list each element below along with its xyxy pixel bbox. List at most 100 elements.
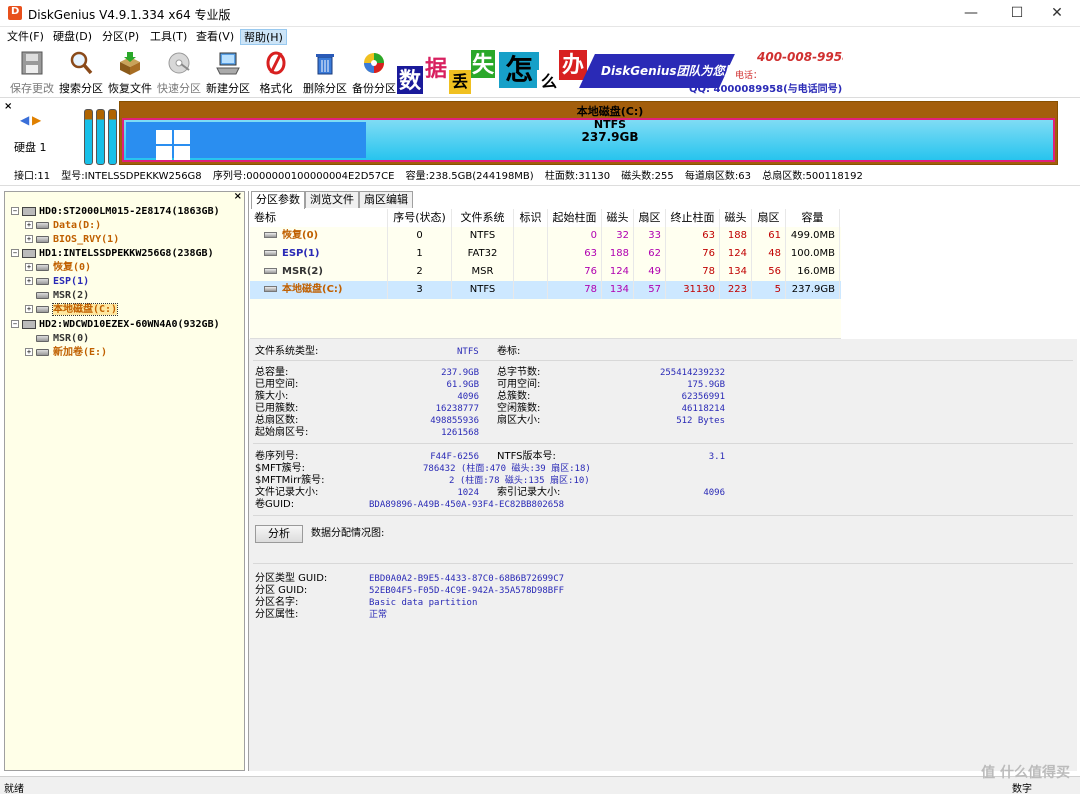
menu-partition[interactable]: 分区(P) [99,29,142,45]
table-row[interactable]: ESP(1) 1 FAT32 63 188 62 76 124 48 100.0… [250,245,841,263]
close-icon[interactable]: × [234,191,242,202]
expand-icon[interactable]: + [25,235,33,243]
analyze-button[interactable]: 分析 [255,525,303,543]
promo-banner[interactable]: 数 据 丢 失 怎 么 办 DiskGenius团队为您服务 电话： 400-0… [397,48,843,96]
close-button[interactable]: ✕ [1034,0,1080,27]
detail-value: 512 Bytes [676,416,725,426]
detail-key: 总字节数: [497,367,541,378]
cell-end-cyl: 78 [666,263,720,281]
tree-node-esp[interactable]: + ESP(1) [25,275,89,289]
cell-start-head: 32 [602,227,634,245]
menu-help[interactable]: 帮助(H) [240,29,287,45]
disk-tree: × − HD0:ST2000LM015-2E8174(1863GB) + Data(… [4,191,245,771]
menu-file[interactable]: 文件(F) [4,29,47,45]
expand-icon[interactable]: + [25,263,33,271]
col-fs[interactable]: 文件系统 [452,209,514,227]
tree-node-bios-rvy[interactable]: + BIOS_RVY(1) [25,233,119,247]
partition-block-esp[interactable] [96,109,105,165]
cell-start-cyl: 76 [548,263,602,281]
table-row[interactable]: MSR(2) 2 MSR 76 124 49 78 134 56 16.0MB [250,263,841,281]
ntfs-value: 3.1 [708,452,725,462]
menu-tools[interactable]: 工具(T) [147,29,190,45]
partition-details: 文件系统类型: NTFS 卷标: 总容量: 237.9GB 已用空间: 61.9… [249,339,1077,771]
collapse-icon[interactable]: − [11,249,19,257]
tree-node-recovery[interactable]: + 恢复(0) [25,261,91,275]
tree-node-hd1[interactable]: − HD1:INTELSSDPEKKW256G8(238GB) [11,247,214,261]
tree-node-data-d[interactable]: + Data(D:) [25,219,101,233]
save-changes-label: 保存更改 [10,82,54,95]
col-end-cyl[interactable]: 终止柱面 [666,209,720,227]
partition-icon [264,232,277,238]
format-button[interactable]: 格式化 [252,48,300,96]
status-text: 就绪 [4,784,24,794]
partition-block-msr[interactable] [108,109,117,165]
disk-info-line: 接口:11 型号:INTELSSDPEKKW256G8 序列号:00000001… [0,168,1080,186]
title-bar: DiskGenius V4.9.1.334 x64 专业版 — ☐ ✕ [0,0,1080,27]
tree-node-msr[interactable]: MSR(2) [36,289,89,303]
col-start-cyl[interactable]: 起始柱面 [548,209,602,227]
cell-id [514,263,548,281]
detail-key: 已用簇数: [255,403,299,414]
cell-capacity: 499.0MB [786,227,840,245]
ntfs-value: BDA89896-A49B-450A-93F4-EC82BB802658 [369,500,565,510]
cell-start-sector: 57 [634,281,666,299]
expand-icon[interactable]: + [25,305,33,313]
detail-key: 总容量: [255,367,289,378]
detail-key: 空闲簇数: [497,403,541,414]
table-row[interactable]: 恢复(0) 0 NTFS 0 32 33 63 188 61 499.0MB [250,227,841,245]
delete-partition-button[interactable]: 删除分区 [301,48,349,96]
allocation-map-label: 数据分配情况图: [311,528,385,539]
tab-browse-files[interactable]: 浏览文件 [305,191,359,208]
recover-files-button[interactable]: 恢复文件 [106,48,154,96]
col-id[interactable]: 标识 [514,209,548,227]
partition-block-recovery[interactable] [84,109,93,165]
col-start-sector[interactable]: 扇区 [634,209,666,227]
info-capacity: 容量:238.5GB(244198MB) [405,171,534,182]
close-icon[interactable]: × [4,101,12,112]
format-label: 格式化 [259,82,293,95]
cell-label: ESP(1) [250,245,388,263]
col-end-head[interactable]: 磁头 [720,209,752,227]
col-label[interactable]: 卷标 [254,209,388,227]
col-end-sector[interactable]: 扇区 [752,209,786,227]
minimize-button[interactable]: — [948,0,994,27]
col-start-head[interactable]: 磁头 [602,209,634,227]
search-partition-button[interactable]: 搜索分区 [57,48,105,96]
cell-capacity: 16.0MB [786,263,840,281]
next-disk-icon[interactable]: ▶ [32,113,41,127]
partition-icon [264,250,277,256]
info-interface: 接口:11 [14,171,51,182]
tree-node-msr0[interactable]: MSR(0) [36,332,89,346]
tab-partition-params[interactable]: 分区参数 [251,191,305,209]
col-index[interactable]: 序号(状态) [388,209,452,227]
menu-view[interactable]: 查看(V) [193,29,237,45]
cell-end-head: 124 [720,245,752,263]
partition-block-c[interactable]: 本地磁盘(C:) NTFS 237.9GB [119,101,1058,165]
tab-sector-edit[interactable]: 扇区编辑 [359,191,413,208]
detail-value: 16238777 [435,404,479,414]
cell-id [514,281,548,299]
expand-icon[interactable]: + [25,348,33,356]
tree-node-hd0[interactable]: − HD0:ST2000LM015-2E8174(1863GB) [11,205,220,219]
backup-partition-label: 备份分区 [352,82,396,95]
backup-partition-button[interactable]: 备份分区 [350,48,398,96]
disk-icon [22,206,36,216]
save-changes-button[interactable]: 保存更改 [8,48,56,96]
detail-value: 62356991 [681,392,725,402]
expand-icon[interactable]: + [25,277,33,285]
tree-node-hd2[interactable]: − HD2:WDCWD10EZEX-60WN4A0(932GB) [11,318,220,332]
tree-node-new-e[interactable]: + 新加卷(E:) [25,346,107,360]
quick-partition-button[interactable]: 快速分区 [155,48,203,96]
partition-label: 本地磁盘(C:) NTFS 237.9GB [550,105,670,144]
cell-end-cyl: 76 [666,245,720,263]
new-partition-button[interactable]: 新建分区 [204,48,252,96]
tree-node-local-c[interactable]: + 本地磁盘(C:) [25,303,119,317]
table-row[interactable]: 本地磁盘(C:) 3 NTFS 78 134 57 31130 223 5 23… [250,281,841,299]
prev-disk-icon[interactable]: ◀ [20,113,29,127]
expand-icon[interactable]: + [25,221,33,229]
cell-end-sector: 61 [752,227,786,245]
menu-disk[interactable]: 硬盘(D) [50,29,95,45]
col-capacity[interactable]: 容量 [786,209,840,227]
collapse-icon[interactable]: − [11,207,19,215]
collapse-icon[interactable]: − [11,320,19,328]
